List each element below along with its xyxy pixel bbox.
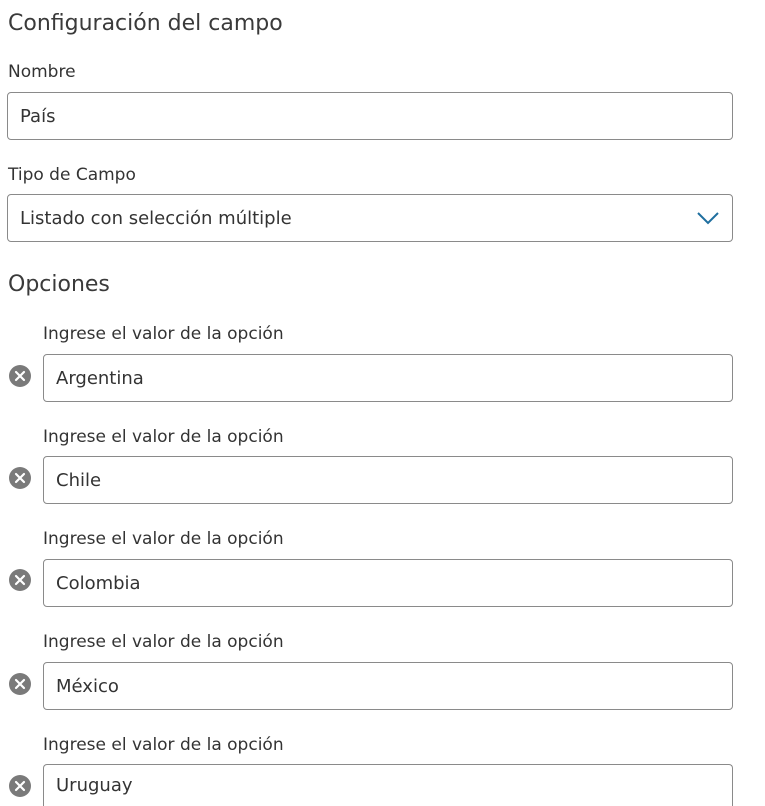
option-label: Ingrese el valor de la opción bbox=[43, 427, 284, 447]
remove-circle-icon[interactable] bbox=[9, 775, 31, 797]
remove-circle-icon[interactable] bbox=[9, 467, 31, 489]
option-input[interactable] bbox=[43, 662, 733, 710]
chevron-down-icon bbox=[697, 212, 719, 225]
option-label: Ingrese el valor de la opción bbox=[43, 735, 284, 755]
option-input[interactable] bbox=[43, 559, 733, 607]
name-input[interactable] bbox=[7, 92, 733, 140]
option-input[interactable] bbox=[43, 764, 733, 806]
option-input[interactable] bbox=[43, 354, 733, 402]
page-title: Configuración del campo bbox=[8, 11, 283, 36]
field-type-select[interactable]: Listado con selección múltiple bbox=[7, 194, 733, 242]
options-title: Opciones bbox=[8, 272, 110, 297]
option-label: Ingrese el valor de la opción bbox=[43, 632, 284, 652]
remove-circle-icon[interactable] bbox=[9, 365, 31, 387]
option-input[interactable] bbox=[43, 456, 733, 504]
field-type-label: Tipo de Campo bbox=[8, 165, 136, 185]
remove-circle-icon[interactable] bbox=[9, 673, 31, 695]
option-label: Ingrese el valor de la opción bbox=[43, 529, 284, 549]
option-label: Ingrese el valor de la opción bbox=[43, 324, 284, 344]
field-type-value: Listado con selección múltiple bbox=[20, 207, 292, 229]
remove-circle-icon[interactable] bbox=[9, 569, 31, 591]
name-field-label: Nombre bbox=[8, 62, 76, 82]
